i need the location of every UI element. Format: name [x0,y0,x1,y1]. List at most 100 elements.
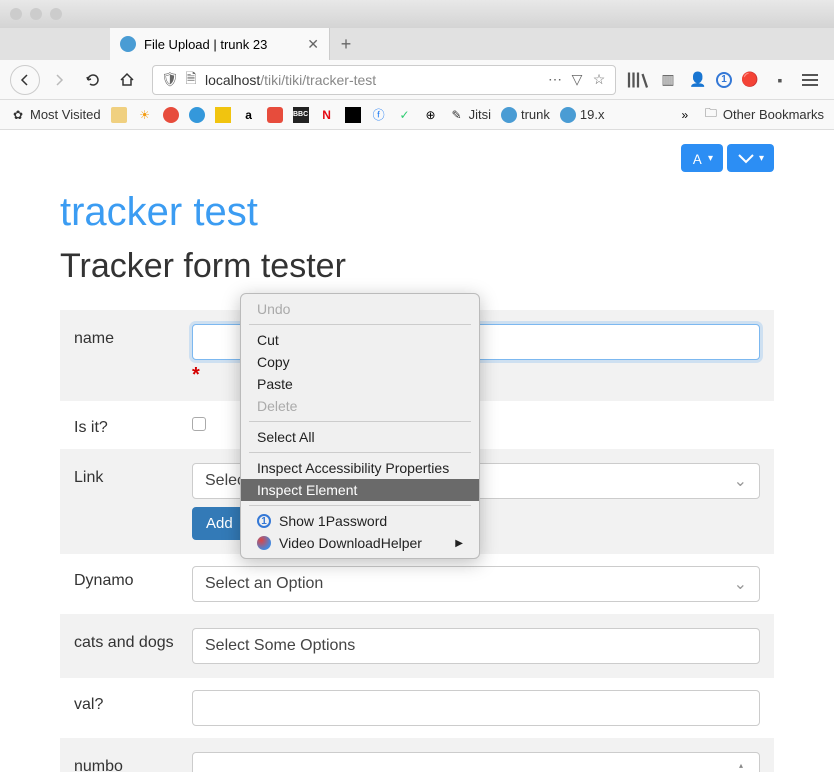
minimize-window-icon[interactable] [30,8,42,20]
dynamo-select[interactable]: Select an Option ⌄ [192,566,760,602]
extension-icon-2[interactable]: ▪ [768,68,792,92]
page-info-icon[interactable]: 🗎 [183,68,199,92]
separator [249,452,471,453]
ctx-cut[interactable]: Cut [241,329,479,351]
bookmark-icon[interactable]: ☀ [137,107,153,123]
tab-favicon-icon [120,36,136,52]
ctx-video-dlh[interactable]: Video DownloadHelper ▶ [241,532,479,554]
back-button[interactable] [10,65,40,95]
window-titlebar [0,0,834,28]
home-button[interactable] [112,65,142,95]
bookmark-icon[interactable] [345,107,361,123]
zoom-window-icon[interactable] [50,8,62,20]
bookmark-icon[interactable] [215,107,231,123]
bookmark-icon[interactable] [267,107,283,123]
bookmark-icon[interactable]: ✓ [397,107,413,123]
separator [249,505,471,506]
ctx-select-all[interactable]: Select All [241,426,479,448]
url-text: localhost/tiki/tiki/tracker-test [205,72,541,88]
overflow-icon[interactable]: » [677,107,693,123]
folder-icon: 🗀 [703,107,719,123]
star-icon: ✿ [10,107,26,123]
ctx-inspect-a11y[interactable]: Inspect Accessibility Properties [241,457,479,479]
val-input[interactable] [192,690,760,726]
bookmark-netflix-icon[interactable]: N [319,107,335,123]
more-icon[interactable]: ⋯ [547,71,563,88]
cats-dogs-select[interactable]: Select Some Options [192,628,760,664]
browser-tab[interactable]: File Upload | trunk 23 ✕ [110,28,330,60]
link-label: Link [74,463,192,487]
tab-bar: File Upload | trunk 23 ✕ + [0,28,834,60]
translate-button[interactable]: Ａ ▾ [681,144,723,172]
new-tab-button[interactable]: + [330,28,362,60]
cats-dogs-select-value: Select Some Options [205,637,355,655]
submenu-arrow-icon: ▶ [455,538,463,549]
tiki-icon [501,107,517,123]
dynamo-label: Dynamo [74,566,192,590]
bookmark-icon[interactable] [189,107,205,123]
bookmark-star-icon[interactable]: ☆ [591,71,607,88]
bookmark-trunk[interactable]: trunk [501,107,550,123]
ctx-delete: Delete [241,395,479,417]
bookmark-icon[interactable] [111,107,127,123]
chevron-down-icon: ▾ [759,153,764,164]
nav-toolbar: 🛡 🗎 localhost/tiki/tiki/tracker-test ⋯ ▽… [0,60,834,100]
is-it-label: Is it? [74,413,192,437]
tiki-icon [560,107,576,123]
ctx-paste[interactable]: Paste [241,373,479,395]
separator [249,421,471,422]
chevron-down-icon: ⌄ [734,471,747,491]
actions-dropdown-button[interactable]: ▾ [727,144,774,172]
close-tab-icon[interactable]: ✕ [307,36,319,53]
bookmark-bbc-icon[interactable]: BBC [293,107,309,123]
bookmark-icon[interactable]: ⊕ [423,107,439,123]
add-button[interactable]: Add [192,507,247,540]
val-label: val? [74,690,192,714]
library-icon[interactable] [626,68,650,92]
bookmark-most-visited[interactable]: ✿ Most Visited [10,107,101,123]
context-menu: Undo Cut Copy Paste Delete Select All In… [240,293,480,559]
account-icon[interactable]: 👤 [686,68,710,92]
numbo-label: numbo [74,752,192,772]
chevron-down-icon: ⌄ [734,574,747,594]
close-window-icon[interactable] [10,8,22,20]
onepassword-icon[interactable]: 1 [716,72,732,88]
extension-icon[interactable]: 🔴 [738,68,762,92]
reader-icon[interactable]: ▽ [569,71,585,88]
ctx-inspect-element[interactable]: Inspect Element [241,479,479,501]
shield-icon[interactable]: 🛡 [161,71,177,88]
address-bar[interactable]: 🛡 🗎 localhost/tiki/tiki/tracker-test ⋯ ▽… [152,65,616,95]
other-bookmarks-folder[interactable]: 🗀 Other Bookmarks [703,107,824,123]
is-it-checkbox[interactable] [192,417,206,431]
bookmark-icon[interactable] [163,107,179,123]
chevron-down-icon [737,152,755,164]
forward-button [44,65,74,95]
number-stepper-icon[interactable]: ▴▾ [739,759,753,772]
chevron-down-icon: ▾ [708,153,713,164]
jitsi-icon: ✎ [449,107,465,123]
page-actions: Ａ ▾ ▾ [60,130,774,180]
page-title[interactable]: tracker test [60,190,774,235]
page-subtitle: Tracker form tester [60,247,774,286]
cats-dogs-label: cats and dogs [74,628,192,652]
bookmark-19x[interactable]: 19.x [560,107,605,123]
video-downloadhelper-icon [257,536,271,550]
required-indicator: * [192,364,200,387]
onepassword-icon: 1 [257,514,271,528]
bookmarks-toolbar: ✿ Most Visited ☀ a BBC N ⓕ ✓ ⊕ ✎ Jitsi t… [0,100,834,130]
reload-button[interactable] [78,65,108,95]
name-label: name [74,324,192,348]
bookmark-facebook-icon[interactable]: ⓕ [371,107,387,123]
dynamo-select-value: Select an Option [205,575,323,593]
sidebar-icon[interactable]: ▥ [656,68,680,92]
app-menu-button[interactable] [796,66,824,94]
numbo-input[interactable]: ▴▾ [192,752,760,772]
bookmark-amazon-icon[interactable]: a [241,107,257,123]
ctx-1password[interactable]: 1 Show 1Password [241,510,479,532]
form-row-val: val? [60,678,774,736]
ctx-undo: Undo [241,298,479,320]
ctx-copy[interactable]: Copy [241,351,479,373]
tab-title: File Upload | trunk 23 [144,37,299,52]
bookmark-jitsi[interactable]: ✎ Jitsi [449,107,491,123]
toolbar-extensions: ▥ 👤 1 🔴 ▪ [626,68,792,92]
